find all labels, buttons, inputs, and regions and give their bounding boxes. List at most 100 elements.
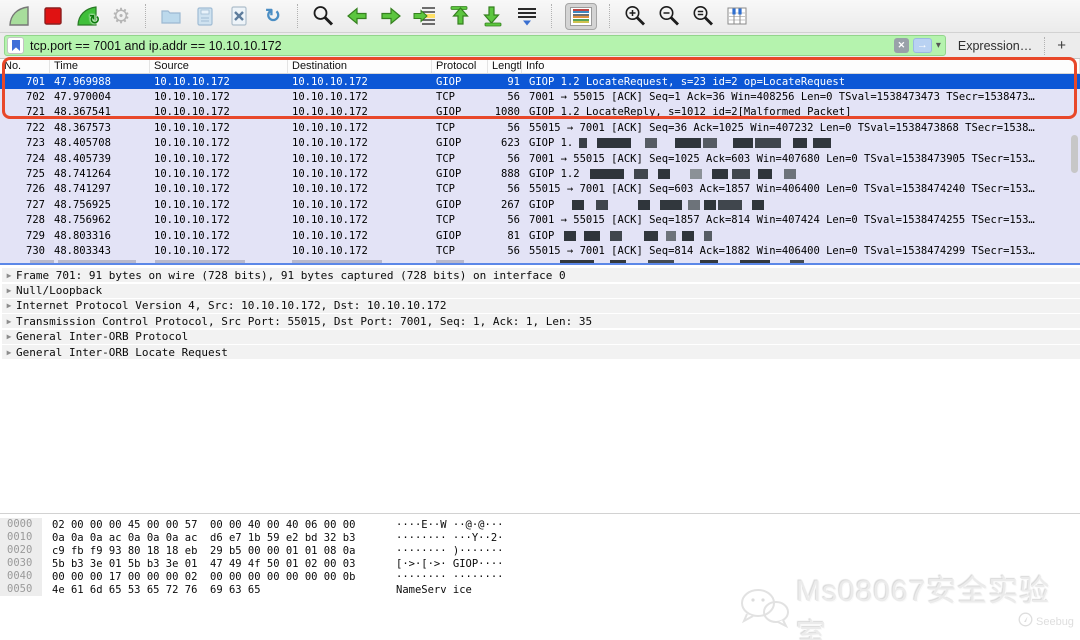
- cell-length: 888: [488, 168, 522, 180]
- expand-triangle-icon[interactable]: ▶: [2, 332, 16, 341]
- redaction-block: [610, 231, 622, 241]
- detail-tree-row[interactable]: ▶Transmission Control Protocol, Src Port…: [2, 314, 1080, 328]
- expand-triangle-icon[interactable]: ▶: [2, 348, 16, 357]
- redaction-block: [688, 200, 700, 210]
- cell-protocol: TCP: [432, 245, 488, 257]
- find-packet-icon[interactable]: [310, 3, 336, 29]
- packet-row[interactable]: 72448.40573910.10.10.17210.10.10.172TCP5…: [0, 151, 1080, 166]
- filter-bookmark-icon[interactable]: [7, 37, 24, 54]
- packet-row[interactable]: 72248.36757310.10.10.17210.10.10.172TCP5…: [0, 120, 1080, 135]
- hex-row[interactable]: 004000 00 00 17 00 00 00 0200 00 00 00 0…: [0, 570, 1080, 583]
- main-toolbar: ↻ ⚙ ↻: [0, 0, 1080, 33]
- cell-protocol: TCP: [432, 122, 488, 134]
- column-header-destination[interactable]: Destination: [288, 59, 432, 73]
- detail-text: Null/Loopback: [16, 284, 102, 297]
- filter-expression-text: tcp.port == 7001 and ip.addr == 10.10.10…: [30, 39, 282, 53]
- hex-bytes-left: 02 00 00 00 45 00 00 57: [52, 519, 210, 531]
- hex-row[interactable]: 00100a 0a 0a ac 0a 0a 0a acd6 e7 1b 59 e…: [0, 531, 1080, 544]
- go-back-icon[interactable]: [344, 3, 370, 29]
- go-to-first-icon[interactable]: [446, 3, 472, 29]
- filter-history-caret-icon[interactable]: ▾: [936, 40, 941, 51]
- packet-row-partial[interactable]: [0, 259, 1080, 264]
- cell-destination: 10.10.10.172: [288, 245, 432, 257]
- cell-protocol: GIOP: [432, 168, 488, 180]
- colorize-packets-icon[interactable]: [564, 3, 598, 29]
- filter-apply-icon[interactable]: →: [913, 38, 932, 53]
- packet-row[interactable]: 72548.74126410.10.10.17210.10.10.172GIOP…: [0, 166, 1080, 181]
- column-header-no[interactable]: No.: [0, 59, 50, 73]
- detail-text: Transmission Control Protocol, Src Port:…: [16, 315, 592, 328]
- cell-info: 55015 → 7001 [ACK] Seq=814 Ack=1882 Win=…: [522, 245, 1080, 257]
- detail-tree-row[interactable]: ▶Internet Protocol Version 4, Src: 10.10…: [2, 299, 1080, 313]
- cell-no: 728: [0, 214, 50, 226]
- detail-tree-row[interactable]: ▶General Inter-ORB Locate Request: [2, 345, 1080, 359]
- go-to-last-icon[interactable]: [480, 3, 506, 29]
- cell-time: 48.405708: [50, 137, 150, 149]
- cell-info: 7001 → 55015 [ACK] Seq=1857 Ack=814 Win=…: [522, 214, 1080, 226]
- zoom-in-icon[interactable]: [622, 3, 648, 29]
- capture-options-icon[interactable]: ⚙: [108, 3, 134, 29]
- close-file-icon[interactable]: [226, 3, 252, 29]
- add-filter-button[interactable]: +: [1057, 37, 1066, 54]
- packet-row[interactable]: 70247.97000410.10.10.17210.10.10.172TCP5…: [0, 89, 1080, 104]
- cell-info: GIOP 1.2 LocateReply, s=1012 id=2[Malfor…: [522, 106, 1080, 118]
- redaction-block: [675, 138, 701, 148]
- hex-row[interactable]: 0000 02 00 00 00 45 00 00 5700 00 40 00 4…: [0, 518, 1080, 531]
- restart-capture-icon[interactable]: ↻: [74, 3, 100, 29]
- column-header-length[interactable]: Length: [488, 59, 522, 73]
- display-filter-input[interactable]: tcp.port == 7001 and ip.addr == 10.10.10…: [4, 35, 946, 56]
- cell-no: 721: [0, 106, 50, 118]
- hex-row[interactable]: 00305b b3 3e 01 5b b3 3e 0147 49 4f 50 0…: [0, 557, 1080, 570]
- packet-row[interactable]: 73048.80334310.10.10.17210.10.10.172TCP5…: [0, 243, 1080, 258]
- expression-button[interactable]: Expression…: [958, 39, 1032, 53]
- column-header-time[interactable]: Time: [50, 59, 150, 73]
- auto-scroll-icon[interactable]: [514, 3, 540, 29]
- reload-file-icon[interactable]: ↻: [260, 3, 286, 29]
- packet-row[interactable]: 72648.74129710.10.10.17210.10.10.172TCP5…: [0, 182, 1080, 197]
- cell-destination: 10.10.10.172: [288, 168, 432, 180]
- hex-ascii: ········ ···Y··2·: [396, 532, 503, 544]
- resize-columns-icon[interactable]: [724, 3, 750, 29]
- detail-tree-row[interactable]: ▶General Inter-ORB Protocol: [2, 330, 1080, 344]
- packet-row[interactable]: 70147.96998810.10.10.17210.10.10.172GIOP…: [0, 74, 1080, 89]
- cell-protocol: TCP: [432, 91, 488, 103]
- zoom-reset-icon[interactable]: [690, 3, 716, 29]
- packet-details-pane: ▶Frame 701: 91 bytes on wire (728 bits),…: [0, 265, 1080, 514]
- redaction-block: [590, 169, 624, 179]
- packet-row[interactable]: 72948.80331610.10.10.17210.10.10.172GIOP…: [0, 228, 1080, 243]
- cell-destination: 10.10.10.172: [288, 91, 432, 103]
- packet-row[interactable]: 72348.40570810.10.10.17210.10.10.172GIOP…: [0, 136, 1080, 151]
- packet-list-scrollbar-thumb[interactable]: [1071, 135, 1078, 173]
- detail-tree-row[interactable]: ▶Frame 701: 91 bytes on wire (728 bits),…: [2, 268, 1080, 282]
- expand-triangle-icon[interactable]: ▶: [2, 271, 16, 280]
- cell-protocol: GIOP: [432, 106, 488, 118]
- expand-triangle-icon[interactable]: ▶: [2, 286, 16, 295]
- save-file-icon[interactable]: [192, 3, 218, 29]
- start-capture-icon[interactable]: [6, 3, 32, 29]
- column-header-info[interactable]: Info: [522, 59, 1080, 73]
- detail-tree-row[interactable]: ▶Null/Loopback: [2, 284, 1080, 298]
- cell-length: 56: [488, 183, 522, 195]
- stop-capture-icon[interactable]: [40, 3, 66, 29]
- cell-no: 702: [0, 91, 50, 103]
- hex-offset: 0000: [0, 518, 42, 531]
- filter-clear-icon[interactable]: ✕: [894, 38, 909, 53]
- hex-bytes-right: 00 00 40 00 40 06 00 00: [210, 519, 368, 531]
- open-file-icon[interactable]: [158, 3, 184, 29]
- go-to-packet-icon[interactable]: [412, 3, 438, 29]
- expand-triangle-icon[interactable]: ▶: [2, 301, 16, 310]
- hex-offset: 0050: [0, 583, 42, 596]
- expand-triangle-icon[interactable]: ▶: [2, 317, 16, 326]
- zoom-out-icon[interactable]: [656, 3, 682, 29]
- packet-row[interactable]: 72148.36754110.10.10.17210.10.10.172GIOP…: [0, 105, 1080, 120]
- packet-row[interactable]: 72748.75692510.10.10.17210.10.10.172GIOP…: [0, 197, 1080, 212]
- column-header-protocol[interactable]: Protocol: [432, 59, 488, 73]
- hex-row[interactable]: 00504e 61 6d 65 53 65 72 7669 63 65NameS…: [0, 583, 1080, 596]
- hex-row[interactable]: 0020c9 fb f9 93 80 18 18 eb29 b5 00 00 0…: [0, 544, 1080, 557]
- go-forward-icon[interactable]: [378, 3, 404, 29]
- toolbar-separator: [551, 4, 553, 28]
- column-header-source[interactable]: Source: [150, 59, 288, 73]
- packet-row[interactable]: 72848.75696210.10.10.17210.10.10.172TCP5…: [0, 213, 1080, 228]
- cell-time: 48.367541: [50, 106, 150, 118]
- cell-no: 727: [0, 199, 50, 211]
